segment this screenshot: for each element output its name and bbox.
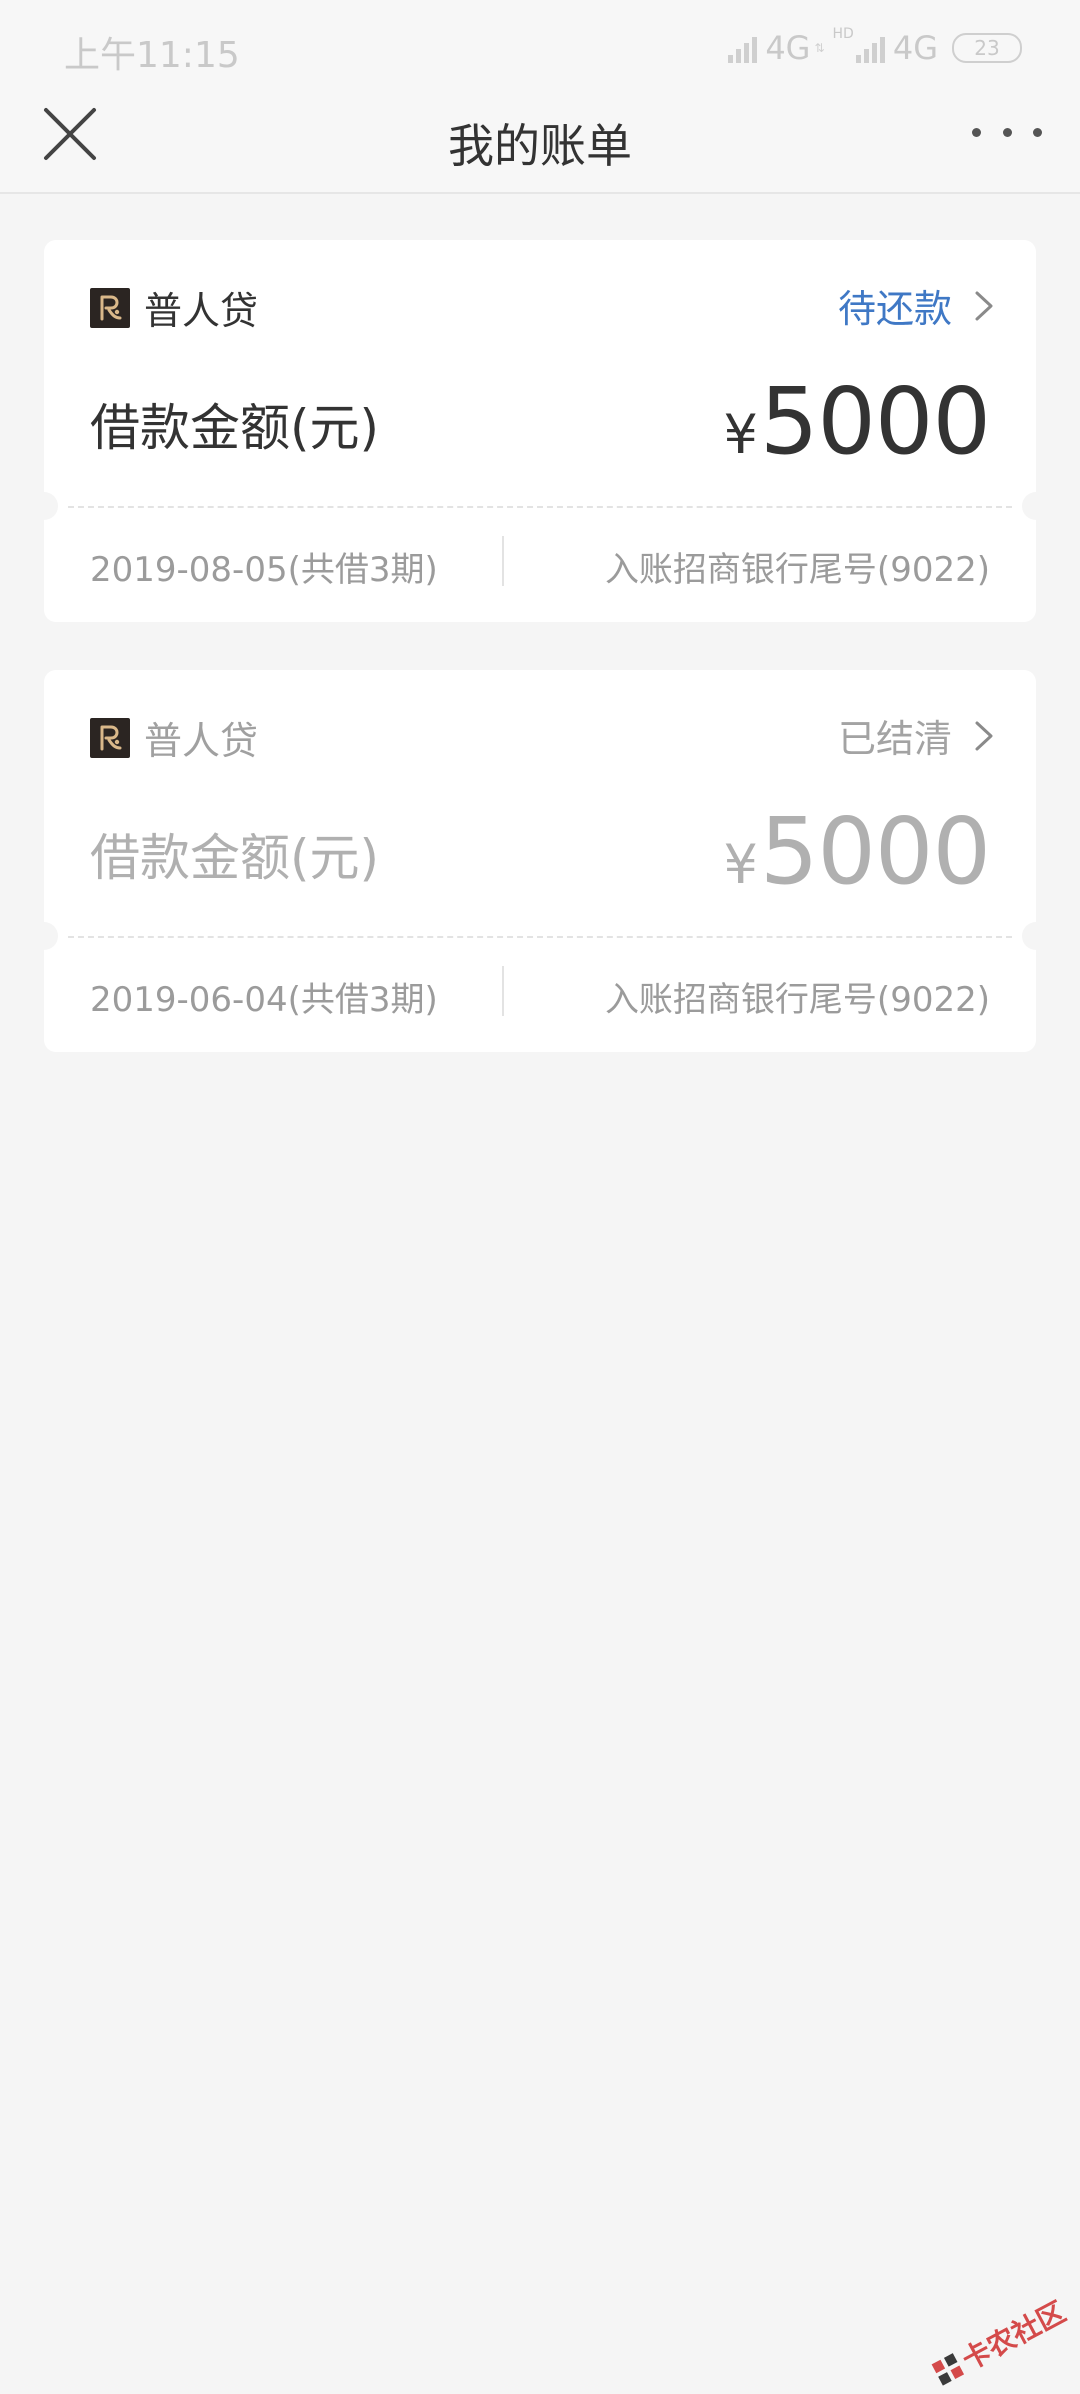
lender-brand: 普人贷 — [90, 280, 258, 335]
loan-amount: ¥ 5000 — [723, 798, 992, 905]
battery-icon: 23 — [952, 33, 1022, 63]
loan-date: 2019-08-05(共借3期) — [90, 550, 438, 590]
bill-card[interactable]: 普人贷 已结清 借款金额(元) ¥ 5000 2019-06-04(共借3期) … — [30, 670, 1050, 1052]
hd-label: HD — [832, 26, 854, 42]
bill-card-top: 普人贷 已结清 借款金额(元) ¥ 5000 — [44, 670, 1036, 936]
status-time: 上午11:15 — [64, 35, 240, 76]
network-type-2: 4G — [892, 29, 938, 67]
lender-name: 普人贷 — [144, 289, 259, 333]
watermark: 卡农社区 — [926, 2291, 1072, 2394]
bill-status: 待还款 — [837, 287, 952, 331]
signal-icon — [728, 33, 758, 63]
lender-logo-icon — [90, 287, 130, 328]
network-type-1: 4G — [765, 29, 811, 67]
amount-value: 5000 — [759, 368, 991, 475]
bill-status: 已结清 — [837, 717, 952, 761]
bill-card-top: 普人贷 待还款 借款金额(元) ¥ 5000 — [44, 240, 1036, 506]
page-title: 我的账单 — [448, 119, 632, 173]
lender-name: 普人贷 — [144, 719, 259, 763]
loan-date: 2019-06-04(共借3期) — [90, 980, 438, 1020]
chevron-right-icon — [975, 721, 993, 750]
signal-icon — [855, 33, 885, 63]
bill-status-link[interactable]: 已结清 — [838, 708, 996, 763]
loan-amount: ¥ 5000 — [723, 368, 992, 475]
currency-symbol: ¥ — [723, 403, 758, 466]
amount-label: 借款金额(元) — [90, 399, 380, 457]
deposit-bank: 入账招商银行尾号(9022) — [604, 550, 990, 590]
currency-symbol: ¥ — [723, 833, 758, 896]
data-activity-icon: ⇅ — [814, 41, 825, 55]
bill-card[interactable]: 普人贷 待还款 借款金额(元) ¥ 5000 2019-08-05(共借3期) … — [30, 240, 1050, 622]
amount-label: 借款金额(元) — [90, 829, 380, 887]
vertical-separator — [502, 536, 504, 586]
deposit-bank: 入账招商银行尾号(9022) — [604, 980, 990, 1020]
bill-card-bottom: 2019-08-05(共借3期) 入账招商银行尾号(9022) — [44, 508, 1036, 622]
vertical-separator — [502, 966, 504, 1016]
amount-value: 5000 — [759, 798, 991, 905]
chevron-right-icon — [975, 291, 993, 320]
status-indicators: 4G ⇅ HD 4G 23 — [728, 26, 1022, 70]
nav-bar: 我的账单 — [0, 96, 1080, 194]
more-icon[interactable] — [972, 126, 1042, 138]
bill-card-bottom: 2019-06-04(共借3期) 入账招商银行尾号(9022) — [44, 938, 1036, 1052]
status-bar: 上午11:15 4G ⇅ HD 4G 23 — [0, 0, 1080, 96]
bill-status-link[interactable]: 待还款 — [838, 278, 996, 333]
lender-logo-icon — [90, 717, 130, 758]
lender-brand: 普人贷 — [90, 710, 258, 765]
watermark-text: 卡农社区 — [956, 2295, 1072, 2377]
